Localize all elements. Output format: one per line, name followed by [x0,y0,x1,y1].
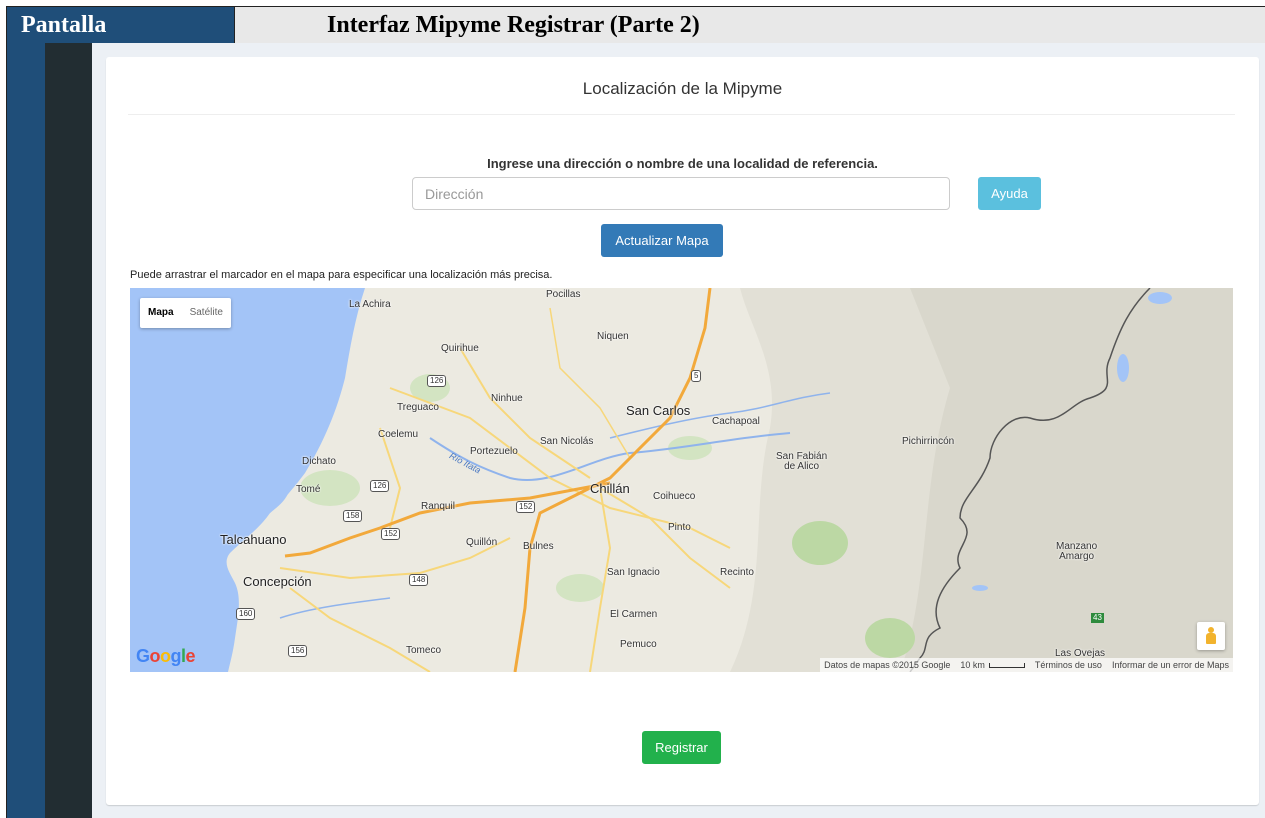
street-view-pegman-icon[interactable] [1197,622,1225,650]
route-shield: 43 [1091,613,1104,623]
map-data-credit: Datos de mapas ©2015 Google [824,660,951,670]
map-place-label: El Carmen [610,609,658,620]
route-shield: 152 [516,501,536,513]
map-place-label: San Ignacio [607,567,660,578]
map-footer: Datos de mapas ©2015 Google 10 km Términ… [820,658,1233,672]
map-place-label: Treguaco [397,402,439,413]
map-place-label: Dichato [302,456,336,467]
map-place-label: San Fabián de Alico [776,451,828,472]
left-band [7,43,45,818]
map-canvas[interactable]: Mapa Satélite La Achira Pocillas Niquen … [130,288,1233,672]
map-place-label: Coihueco [653,491,696,502]
map-place-label: Bulnes [523,541,554,552]
map-place-label: Concepción [243,574,312,589]
map-place-label: Talcahuano [220,532,287,547]
map-place-label: San Carlos [626,403,691,418]
register-button[interactable]: Registrar [642,731,721,764]
map-place-label: Portezuelo [470,446,518,457]
location-panel: Localización de la Mipyme Ingrese una di… [106,57,1259,805]
google-logo: Google [136,646,196,666]
map-place-label: Pemuco [620,639,657,650]
map-type-control[interactable]: Mapa Satélite [140,298,231,328]
screen-title: Interfaz Mipyme Registrar (Parte 2) [235,7,1265,43]
map-graphics [130,288,1233,672]
map-place-label: Recinto [720,567,754,578]
map-place-label: Chillán [590,481,630,496]
map-scale: 10 km [960,660,1025,670]
map-place-label: Ninhue [491,393,523,404]
map-place-label: Niquen [597,331,629,342]
route-shield: 148 [409,574,429,586]
address-input[interactable] [412,177,950,210]
map-place-label: San Nicolás [540,436,594,447]
map-terms-link[interactable]: Términos de uso [1035,660,1102,670]
map-place-label: Manzano Amargo [1056,541,1098,562]
app-sidebar [45,43,92,818]
update-map-button[interactable]: Actualizar Mapa [601,224,723,257]
map-place-label: Pichirrincón [902,436,955,447]
map-place-label: La Achira [349,299,391,310]
map-place-label: Quirihue [441,343,479,354]
panel-title: Localización de la Mipyme [582,79,783,98]
map-place-label: Pinto [668,522,691,533]
route-shield: 126 [427,375,447,387]
map-place-label: Cachapoal [712,416,760,427]
route-shield: 152 [381,528,401,540]
drag-hint: Puede arrastrar el marcador en el mapa p… [130,269,553,281]
route-shield: 158 [343,510,363,522]
content-area: Localización de la Mipyme Ingrese una di… [92,43,1265,818]
slide-frame: Pantalla Interfaz Mipyme Registrar (Part… [6,6,1265,818]
map-place-label: Ranquil [421,501,455,512]
route-shield: 160 [236,608,256,620]
map-type-mapa[interactable]: Mapa [140,298,182,328]
map-type-satelite[interactable]: Satélite [182,298,231,328]
map-place-label: Tomeco [406,645,442,656]
map-place-label: Tomé [296,484,321,495]
route-shield: 5 [691,370,702,382]
help-button[interactable]: Ayuda [978,177,1041,210]
map-place-label: Quillón [466,537,498,548]
title-divider [128,114,1235,115]
screen-label: Pantalla [7,7,235,43]
address-instruction: Ingrese una dirección o nombre de una lo… [487,156,878,171]
map-place-label: Coelemu [378,429,419,440]
route-shield: 126 [370,480,390,492]
route-shield: 156 [288,645,308,657]
map-report-link[interactable]: Informar de un error de Maps [1112,660,1229,670]
map-place-label: Pocillas [546,289,581,300]
